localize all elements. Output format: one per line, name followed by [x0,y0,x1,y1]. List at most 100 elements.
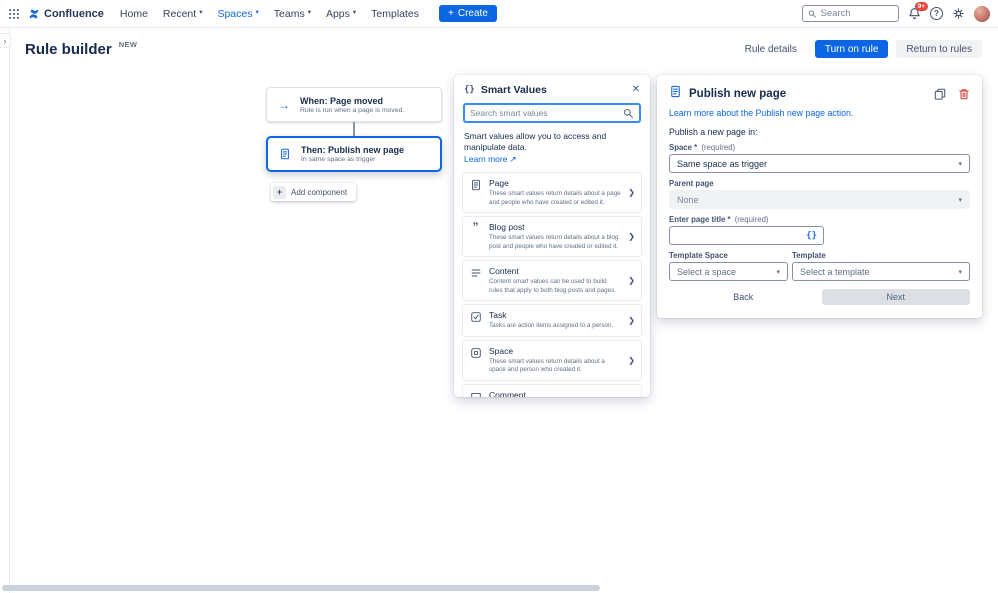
nav-item-home[interactable]: Home [120,8,148,20]
smart-value-item-content[interactable]: Content Content smart values can be used… [462,260,642,301]
nav-item-label: Home [120,8,148,20]
nav-item-label: Spaces [217,8,252,20]
smart-value-insert-button[interactable]: {} [806,231,817,241]
add-component-button[interactable]: + Add component [271,183,356,201]
nav-item-label: Recent [163,8,196,20]
space-select[interactable]: Same space as trigger ▾ [669,154,970,173]
smart-value-description: These smart values return details about … [489,358,621,375]
learn-more-link[interactable]: Learn more ↗ [464,154,517,165]
logo-text: Confluence [44,8,104,20]
global-search[interactable] [802,5,899,22]
template-space-select-value: Select a space [677,267,736,277]
sidebar-expand-button[interactable]: › [0,33,11,48]
page-title-required-text: (required) [735,215,769,224]
next-button[interactable]: Next [822,289,971,305]
page-moved-icon: → [276,98,292,112]
parent-page-field-label: Parent page [669,179,970,188]
smart-value-name: Blog post [489,222,621,232]
primary-nav: Home Recent ▾ Spaces ▾ Teams ▾ Apps ▾ [120,8,419,20]
template-field-label: Template [792,251,970,260]
nav-item-recent[interactable]: Recent ▾ [163,8,203,20]
chevron-down-icon: ▾ [353,10,356,17]
expand-icon: › [4,36,7,46]
smart-value-item-blog-post[interactable]: ” Blog post These smart values return de… [462,216,642,257]
duplicate-button[interactable] [934,88,946,100]
smart-value-description: These smart values return details about … [489,190,621,207]
close-icon[interactable]: ✕ [632,85,640,95]
template-space-select[interactable]: Select a space ▾ [669,262,788,281]
smart-value-item-page[interactable]: Page These smart values return details a… [462,172,642,213]
chevron-down-icon: ▾ [199,10,202,17]
nav-item-spaces[interactable]: Spaces ▾ [217,8,258,20]
publish-new-page-panel: Publish new page Learn more about the Pu… [657,75,982,318]
gear-icon [952,7,965,20]
publish-page-icon [669,85,682,103]
parent-page-select[interactable]: None ▾ [669,190,970,209]
create-button[interactable]: + Create [439,5,497,22]
then-action-card[interactable]: Then: Publish new page In same space as … [266,136,442,172]
smart-value-item-comment[interactable]: Comment Comments can be posted within th… [462,384,642,397]
new-badge: NEW [119,40,138,49]
chevron-right-icon: ❯ [628,356,635,365]
return-to-rules-button[interactable]: Return to rules [896,40,982,58]
rule-details-button[interactable]: Rule details [735,40,807,58]
smart-value-name: Content [489,266,621,276]
space-field-label: Space * (required) [669,143,970,152]
trash-icon [958,88,970,100]
smart-values-search[interactable] [463,103,641,123]
chevron-down-icon: ▾ [308,10,311,17]
template-select[interactable]: Select a template ▾ [792,262,970,281]
app-switcher-icon[interactable] [8,8,20,20]
when-card-text: When: Page moved Rule is run when a page… [300,96,404,114]
when-card-subtitle: Rule is run when a page is moved. [300,107,404,114]
add-component-label: Add component [291,188,347,197]
confluence-rule-builder-screen: Confluence Home Recent ▾ Spaces ▾ Teams … [0,0,998,593]
header-actions: Rule details Turn on rule Return to rule… [735,40,982,58]
search-input[interactable] [821,8,893,19]
chevron-down-icon: ▾ [776,268,780,276]
smart-value-item-task[interactable]: Task Tasks are action items assigned to … [462,304,642,337]
when-trigger-card[interactable]: → When: Page moved Rule is run when a pa… [266,87,442,122]
publish-page-icon [277,148,293,160]
smart-values-description: Smart values allow you to access and man… [464,131,640,165]
search-icon [623,108,634,119]
turn-on-rule-button[interactable]: Turn on rule [815,40,889,58]
help-icon: ? [934,9,939,18]
settings-button[interactable] [952,7,965,20]
delete-button[interactable] [958,88,970,100]
plus-icon: + [273,186,286,199]
help-button[interactable]: ? [930,7,943,20]
page-title: Rule builder [25,41,112,58]
page-header: Rule builder NEW Rule details Turn on ru… [25,38,982,60]
blog-post-icon: ” [469,223,482,231]
nav-right: 9+ ? [802,5,990,22]
back-button[interactable]: Back [669,289,818,305]
template-row: Template Space Select a space ▾ Template… [669,251,970,281]
chevron-right-icon: ❯ [628,188,635,197]
plus-icon: + [448,8,454,19]
publish-intro-text: Publish a new page in: [669,127,970,137]
smart-value-name: Comment [489,390,621,397]
nav-item-teams[interactable]: Teams ▾ [274,8,311,20]
top-navigation: Confluence Home Recent ▾ Spaces ▾ Teams … [0,0,998,28]
smart-values-panel: {} Smart Values ✕ Smart values allow you… [454,75,650,397]
page-title-input-wrap: {} [669,226,824,245]
confluence-logo[interactable]: Confluence [28,8,104,20]
smart-value-name: Space [489,346,621,356]
nav-item-apps[interactable]: Apps ▾ [326,8,356,20]
user-avatar[interactable] [974,6,990,22]
chevron-down-icon: ▾ [958,160,962,168]
page-title-input[interactable] [676,231,802,241]
horizontal-scrollbar[interactable] [2,585,600,591]
space-icon [469,347,482,359]
publish-learn-more-link[interactable]: Learn more about the Publish new page ac… [669,108,853,118]
smart-values-search-input[interactable] [470,108,619,118]
confluence-logo-mark [28,8,40,20]
smart-value-description: Tasks are action items assigned to a per… [489,322,621,331]
then-card-text: Then: Publish new page In same space as … [301,145,404,163]
smart-value-item-space[interactable]: Space These smart values return details … [462,340,642,381]
nav-item-templates[interactable]: Templates [371,8,419,20]
notifications-button[interactable]: 9+ [908,7,921,20]
smart-value-description: Content smart values can be used to buil… [489,278,621,295]
chevron-down-icon: ▾ [958,196,962,204]
